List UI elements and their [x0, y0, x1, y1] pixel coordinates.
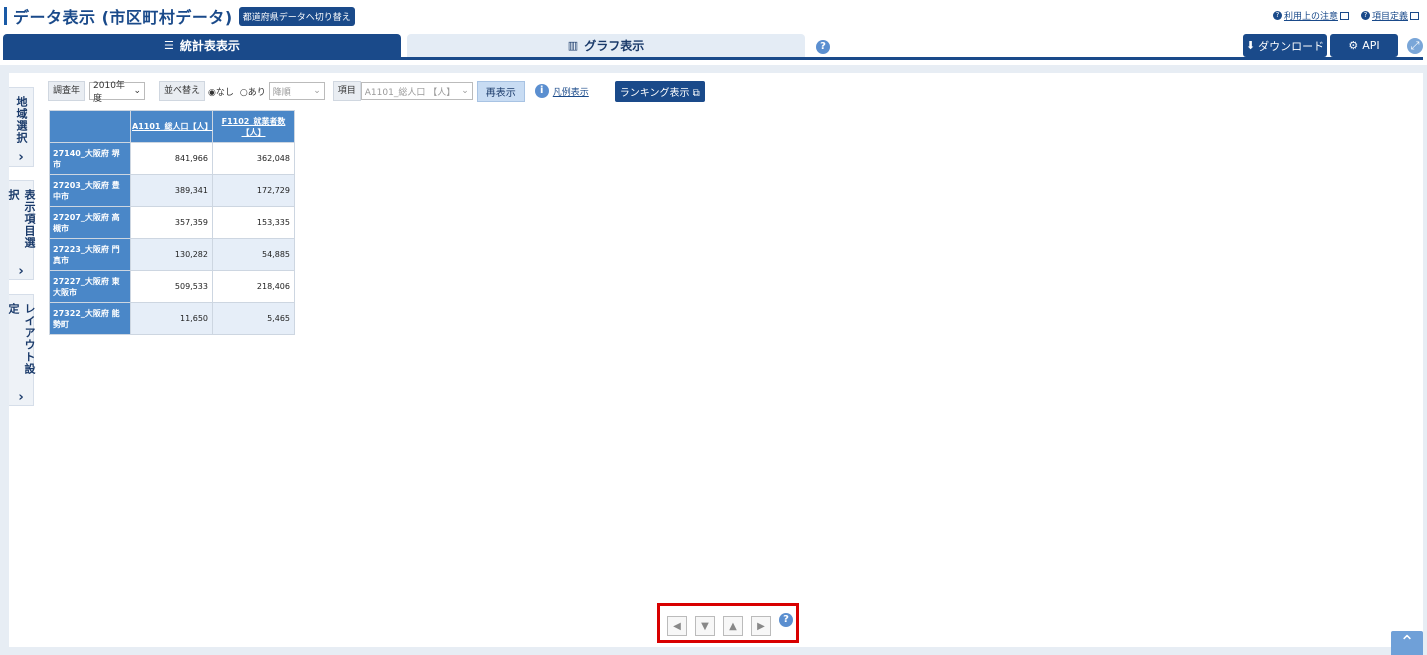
usage-notes-label: 利用上の注意: [1283, 12, 1338, 22]
year-label: 調査年: [48, 81, 86, 101]
rerun-button[interactable]: 再表示: [476, 80, 525, 102]
table-row: 27140_大阪府 堺市 841,966 362,048: [49, 142, 295, 175]
table-cell: 172,729: [212, 174, 295, 207]
nav-right-button[interactable]: ▶: [751, 616, 771, 636]
chevron-right-icon: ›: [18, 264, 24, 279]
nav-down-button[interactable]: ▼: [695, 616, 715, 636]
row-header: 27140_大阪府 堺市: [49, 142, 131, 175]
sort-label: 並べ替え: [159, 81, 206, 101]
chevron-right-icon: ›: [18, 390, 24, 405]
top-links: ? 利用上の注意 ? 項目定義: [1272, 9, 1419, 22]
chevron-down-icon: ⌄: [461, 86, 469, 96]
side-tab-label: 表示項目選択: [7, 189, 36, 249]
usage-notes-link[interactable]: ? 利用上の注意: [1272, 9, 1349, 22]
tab-table-label: 統計表表示: [179, 39, 240, 53]
row-header: 27227_大阪府 東大阪市: [49, 270, 131, 303]
row-header: 27203_大阪府 豊中市: [49, 174, 131, 207]
table-cell: 130,282: [130, 238, 213, 271]
legend-link[interactable]: 凡例表示: [553, 85, 589, 98]
sort-none-radio[interactable]: ◉なし: [208, 85, 234, 98]
new-window-icon: [1339, 11, 1349, 20]
switch-prefecture-button[interactable]: 都道府県データへ切り替え: [238, 6, 355, 26]
table-row: 27223_大阪府 門真市 130,282 54,885: [49, 238, 295, 271]
order-select[interactable]: 降順 ⌄: [268, 82, 325, 100]
page-header: データ表示 (市区町村データ) 都道府県データへ切り替え: [4, 6, 355, 27]
chevron-down-icon: ⌄: [133, 86, 142, 96]
tabs-help-icon[interactable]: ?: [816, 40, 830, 54]
column-header-employed[interactable]: F1102_就業者数【人】: [212, 110, 295, 143]
table-corner: [49, 110, 131, 143]
table-cell: 362,048: [212, 142, 295, 175]
table-cell: 357,359: [130, 206, 213, 239]
table-row: 27322_大阪府 能勢町 11,650 5,465: [49, 302, 295, 335]
chevron-right-icon: ›: [18, 150, 24, 165]
scroll-to-top-button[interactable]: ⌃: [1391, 631, 1423, 655]
year-value: 2010年度: [93, 81, 125, 104]
nav-help-icon[interactable]: ?: [779, 613, 793, 627]
api-button[interactable]: ⚙ API: [1330, 34, 1398, 57]
table-row: 27207_大阪府 高槻市 357,359 153,335: [49, 206, 295, 239]
item-definition-label: 項目定義: [1371, 12, 1408, 22]
ranking-label: ランキング表示: [619, 87, 690, 99]
nav-left-button[interactable]: ◀: [667, 616, 687, 636]
side-tab-label: 地域選択: [15, 96, 28, 144]
side-tab-item-select[interactable]: 表示項目選択 ›: [7, 180, 36, 280]
data-table: A1101_総人口【人】 F1102_就業者数【人】 27140_大阪府 堺市 …: [49, 110, 295, 335]
help-icon: ?: [1272, 11, 1282, 20]
table-icon: ☰: [164, 39, 174, 52]
new-window-icon: [1410, 11, 1419, 20]
fullscreen-icon[interactable]: ⤢: [1407, 38, 1423, 54]
nav-up-button[interactable]: ▲: [723, 616, 743, 636]
bar-chart-icon: ▥: [567, 39, 579, 52]
item-value: A1101_総人口 【人】: [364, 87, 456, 98]
info-icon: i: [534, 84, 549, 98]
new-window-icon: ⧉: [692, 87, 700, 99]
table-cell: 11,650: [130, 302, 213, 335]
order-value: 降順: [272, 87, 291, 98]
table-cell: 5,465: [212, 302, 295, 335]
gear-icon: ⚙: [1348, 39, 1359, 52]
table-cell: 841,966: [130, 142, 213, 175]
table-cell: 153,335: [212, 206, 295, 239]
tab-graph-view[interactable]: ▥ グラフ表示: [407, 34, 805, 57]
side-tab-region-select[interactable]: 地域選択 ›: [9, 87, 34, 167]
item-select[interactable]: A1101_総人口 【人】 ⌄: [360, 82, 473, 100]
column-header-total-population[interactable]: A1101_総人口【人】: [130, 110, 213, 143]
row-header: 27322_大阪府 能勢町: [49, 302, 131, 335]
row-header: 27223_大阪府 門真市: [49, 238, 131, 271]
tab-table-view[interactable]: ☰ 統計表表示: [3, 34, 401, 57]
side-tab-layout[interactable]: レイアウト設定 ›: [7, 294, 36, 406]
page-title: データ表示 (市区町村データ): [13, 8, 233, 27]
row-header: 27207_大阪府 高槻市: [49, 206, 131, 239]
ranking-button[interactable]: ランキング表示 ⧉: [614, 80, 705, 102]
table-row: 27203_大阪府 豊中市 389,341 172,729: [49, 174, 295, 207]
side-tab-label: レイアウト設定: [7, 303, 36, 375]
item-label: 項目: [332, 81, 361, 101]
download-icon: ⬇: [1245, 39, 1256, 52]
year-select[interactable]: 2010年度 ⌄: [89, 81, 146, 104]
table-row: 27227_大阪府 東大阪市 509,533 218,406: [49, 270, 295, 303]
tab-underline: [3, 57, 1423, 60]
table-cell: 54,885: [212, 238, 295, 271]
download-label: ダウンロード: [1258, 39, 1325, 53]
tab-graph-label: グラフ表示: [584, 39, 645, 53]
toolbar: 調査年 2010年度 ⌄ 並べ替え ◉なし ○あり 降順 ⌄ 項目 A1101_…: [48, 80, 705, 104]
item-definition-link[interactable]: ? 項目定義: [1360, 9, 1419, 22]
table-cell: 218,406: [212, 270, 295, 303]
chevron-down-icon: ⌄: [313, 86, 321, 96]
title-mark: [4, 7, 7, 25]
sort-yes-radio[interactable]: ○あり: [240, 85, 266, 98]
download-button[interactable]: ⬇ ダウンロード: [1243, 34, 1327, 57]
table-cell: 509,533: [130, 270, 213, 303]
api-label: API: [1362, 39, 1380, 52]
help-icon: ?: [1360, 11, 1370, 20]
table-cell: 389,341: [130, 174, 213, 207]
